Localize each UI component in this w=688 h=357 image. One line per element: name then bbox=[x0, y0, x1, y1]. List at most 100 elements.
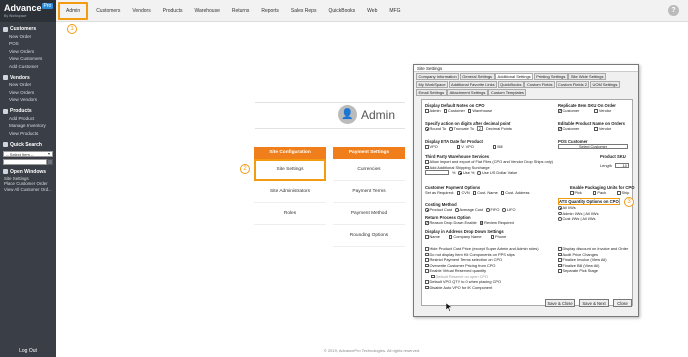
sidebar-item-add-product[interactable]: Add Product bbox=[0, 115, 56, 123]
sidebar-item-pos[interactable]: POS bbox=[0, 41, 56, 49]
checkbox[interactable] bbox=[456, 191, 461, 195]
sidebar-section-vendors[interactable]: Vendors bbox=[0, 73, 56, 82]
radio[interactable] bbox=[455, 208, 459, 212]
checkbox[interactable] bbox=[558, 108, 562, 113]
checkbox[interactable] bbox=[558, 247, 562, 251]
radio[interactable] bbox=[558, 206, 562, 210]
radio[interactable] bbox=[425, 208, 429, 212]
quick-search-input[interactable] bbox=[3, 158, 47, 165]
checkbox[interactable] bbox=[500, 191, 505, 195]
radio[interactable] bbox=[558, 217, 562, 221]
checkbox[interactable] bbox=[425, 263, 429, 267]
checkbox[interactable] bbox=[425, 269, 429, 273]
site-settings-link[interactable]: Site Settings bbox=[254, 159, 326, 181]
nav-quickbooks[interactable]: QuickBooks bbox=[322, 0, 361, 22]
tab-site-wide-settings[interactable]: Site Wide Settings bbox=[568, 73, 607, 80]
tab-email-settings[interactable]: Email Settings bbox=[416, 89, 447, 96]
open-window-item[interactable]: View All Customer Ord... bbox=[0, 187, 56, 193]
nav-admin[interactable]: Admin bbox=[58, 1, 89, 20]
tab-quickbooks[interactable]: QuickBooks bbox=[497, 81, 524, 88]
tab-my-workspace[interactable]: My WorkSpace bbox=[416, 81, 449, 88]
checkbox[interactable] bbox=[558, 252, 562, 256]
help-icon[interactable]: ? bbox=[668, 5, 679, 16]
sidebar-item-view-customers[interactable]: View Customers bbox=[0, 56, 56, 64]
checkbox[interactable] bbox=[558, 258, 562, 262]
nav-web[interactable]: Web bbox=[361, 0, 383, 22]
checkbox[interactable] bbox=[425, 165, 429, 169]
radio[interactable] bbox=[425, 127, 429, 131]
checkbox[interactable] bbox=[594, 127, 598, 131]
checkbox[interactable] bbox=[443, 109, 448, 113]
nav-reports[interactable]: Reports bbox=[255, 0, 285, 22]
tab-custom-fields[interactable]: Custom Fields bbox=[524, 81, 556, 88]
tab-additional-settings[interactable]: Additional Settings bbox=[495, 73, 534, 80]
radio[interactable] bbox=[558, 211, 562, 215]
pos-customer-select[interactable]: Select Customer bbox=[558, 144, 628, 150]
checkbox[interactable] bbox=[594, 109, 598, 113]
payment-method-link[interactable]: Payment Method bbox=[333, 203, 405, 225]
logout-button[interactable]: Log Out bbox=[0, 348, 56, 354]
site-administrators-link[interactable]: Site Administrators bbox=[254, 181, 326, 203]
checkbox[interactable] bbox=[558, 263, 562, 267]
nav-warehouse[interactable]: Warehouse bbox=[188, 0, 225, 22]
checkbox[interactable] bbox=[472, 191, 477, 195]
radio[interactable] bbox=[477, 171, 481, 175]
checkbox[interactable] bbox=[431, 274, 435, 278]
sidebar-item-new-order[interactable]: New Order bbox=[0, 33, 56, 41]
radio[interactable] bbox=[486, 208, 490, 212]
currencies-link[interactable]: Currencies bbox=[333, 159, 405, 181]
checkbox[interactable] bbox=[467, 109, 472, 113]
quick-search-select[interactable]: -- Select Item -- bbox=[3, 150, 53, 157]
checkbox[interactable] bbox=[425, 285, 429, 289]
nav-sales-reps[interactable]: Sales Reps bbox=[285, 0, 323, 22]
payment-terms-link[interactable]: Payment Terms bbox=[333, 181, 405, 203]
rounding-options-link[interactable]: Rounding Options bbox=[333, 225, 405, 247]
tab-custom-templates[interactable]: Custom Templates bbox=[488, 89, 527, 96]
checkbox[interactable] bbox=[425, 220, 429, 225]
tab-uom-settings[interactable]: UOM Settings bbox=[589, 81, 620, 88]
radio[interactable] bbox=[449, 127, 453, 131]
checkbox[interactable] bbox=[558, 269, 562, 273]
open-window-item[interactable]: Place Customer Order bbox=[0, 181, 56, 187]
checkbox[interactable] bbox=[490, 235, 495, 239]
save-next-button[interactable]: Save & Next bbox=[579, 299, 609, 307]
checkbox[interactable] bbox=[425, 258, 429, 262]
checkbox[interactable] bbox=[592, 191, 597, 195]
sku-length-input[interactable]: 10 bbox=[614, 163, 629, 169]
checkbox[interactable] bbox=[425, 252, 429, 256]
radio[interactable] bbox=[502, 208, 506, 212]
nav-products[interactable]: Products bbox=[157, 0, 189, 22]
tab-general-settings[interactable]: General Settings bbox=[459, 73, 495, 80]
checkbox[interactable] bbox=[425, 145, 429, 149]
close-button[interactable]: Close bbox=[613, 299, 632, 307]
tab-attachment-settings[interactable]: Attachment Settings bbox=[447, 89, 488, 96]
quick-search-go-button[interactable] bbox=[47, 158, 53, 165]
sidebar-item-manage-inventory[interactable]: Manage Inventory bbox=[0, 123, 56, 131]
checkbox[interactable] bbox=[448, 235, 453, 239]
nav-mfg[interactable]: MFG bbox=[383, 0, 406, 22]
decimal-points-input[interactable]: 2 bbox=[476, 126, 484, 132]
radio[interactable] bbox=[458, 171, 462, 175]
nav-returns[interactable]: Returns bbox=[226, 0, 256, 22]
tab-custom-fields-2[interactable]: Custom Fields 2 bbox=[555, 81, 590, 88]
checkbox[interactable] bbox=[570, 191, 574, 195]
tab-printing-settings[interactable]: Printing Settings bbox=[533, 73, 568, 80]
checkbox[interactable] bbox=[425, 235, 429, 239]
sidebar-section-products[interactable]: Products bbox=[0, 106, 56, 115]
roles-link[interactable]: Roles bbox=[254, 203, 326, 225]
checkbox[interactable] bbox=[425, 280, 429, 284]
brand-logo[interactable]: Advance Pro By Workspace bbox=[0, 0, 56, 22]
tab-company-information[interactable]: Company Information bbox=[416, 73, 460, 80]
sidebar-item-view-vendors[interactable]: View Vendors bbox=[0, 97, 56, 105]
checkbox[interactable] bbox=[479, 220, 483, 225]
nav-vendors[interactable]: Vendors bbox=[126, 0, 156, 22]
sidebar-item-vendor-view-orders[interactable]: View Orders bbox=[0, 89, 56, 97]
nav-customers[interactable]: Customers bbox=[90, 0, 126, 22]
sidebar-item-view-orders[interactable]: View Orders bbox=[0, 48, 56, 56]
surcharge-input[interactable] bbox=[425, 170, 449, 176]
checkbox[interactable] bbox=[456, 145, 461, 149]
checkbox[interactable] bbox=[425, 247, 429, 251]
sidebar-section-customers[interactable]: Customers bbox=[0, 24, 56, 33]
sidebar-item-view-products[interactable]: View Products bbox=[0, 130, 56, 138]
checkbox[interactable] bbox=[492, 145, 497, 149]
